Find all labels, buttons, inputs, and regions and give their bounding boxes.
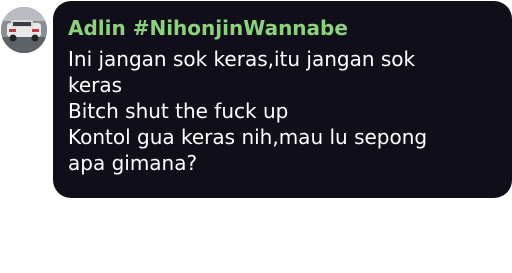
message-line: apa gimana? (68, 151, 198, 175)
chat-message: Adlin #NihonjinWannabe Ini jangan sok ke… (0, 0, 512, 273)
sender-name[interactable]: Adlin #NihonjinWannabe (68, 15, 498, 41)
car-photo-icon (1, 7, 47, 53)
message-line: Kontol gua keras nih,mau lu sepong (68, 125, 428, 149)
message-line: keras (68, 73, 123, 97)
message-text: Ini jangan sok keras,itu jangan sok kera… (68, 46, 498, 176)
avatar[interactable] (1, 7, 47, 53)
message-bubble: Adlin #NihonjinWannabe Ini jangan sok ke… (53, 1, 512, 198)
message-line: Ini jangan sok keras,itu jangan sok (68, 47, 416, 71)
message-line: Bitch shut the fuck up (68, 99, 289, 123)
